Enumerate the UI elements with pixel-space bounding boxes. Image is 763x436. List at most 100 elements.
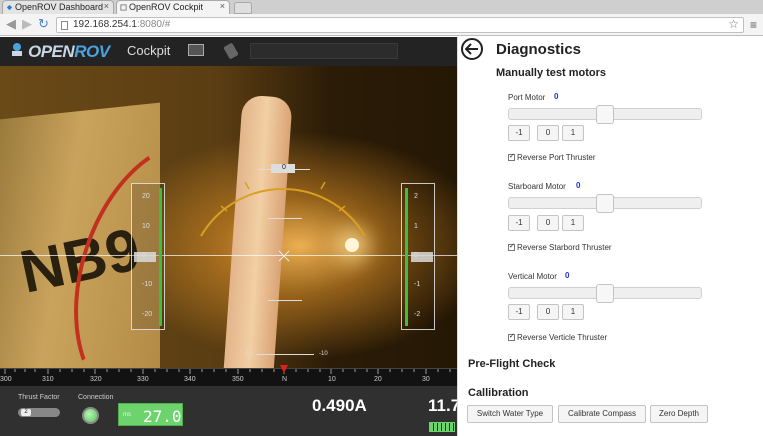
page-icon (61, 21, 68, 30)
reload-icon[interactable]: ↻ (38, 17, 49, 31)
back-arrow-icon (465, 43, 478, 55)
vertical-minus-button[interactable]: -1 (508, 304, 530, 320)
bookmark-star-icon[interactable]: ☆ (728, 17, 739, 31)
calibration-heading: Callibration (468, 387, 529, 399)
compass-label: 20 (374, 376, 382, 383)
depth-ladder: 20 10 0 -10 -20 (131, 183, 165, 330)
ladder-tick: -2 (414, 311, 421, 318)
port-motor-slider[interactable] (508, 105, 702, 124)
preflight-heading: Pre-Flight Check (468, 358, 556, 370)
compass-tape: 300 310 320 330 340 350 N 10 20 30 (0, 365, 457, 386)
status-message-box (250, 43, 398, 59)
ladder-tick: 10 (142, 223, 150, 230)
ladder-tick: -20 (142, 311, 153, 318)
ladder-tick: -10 (142, 281, 153, 288)
vertical-motor-slider[interactable] (508, 284, 702, 303)
checkbox-icon[interactable] (508, 332, 515, 341)
port-motor-value: 0 (554, 92, 559, 101)
back-button[interactable] (461, 38, 483, 60)
checkbox-icon[interactable] (508, 242, 515, 251)
vertical-zero-button[interactable]: 0 (537, 304, 559, 320)
compass-label: N (282, 376, 288, 383)
pitch-line (290, 169, 310, 170)
connection-indicator (82, 407, 99, 424)
browser-tab-bar: OpenROV Dashboard × OpenROV Cockpit × (0, 0, 763, 14)
keyboard-icon[interactable] (188, 44, 204, 56)
pitch-line (258, 169, 278, 170)
current-readout: 0.490A (312, 396, 367, 415)
cockpit-header: OPENROV Cockpit (0, 37, 457, 66)
vertical-plus-button[interactable]: 1 (562, 304, 584, 320)
horizon-line (0, 255, 457, 256)
reverse-starboard-checkbox[interactable]: Reverse Starbord Thruster (508, 242, 612, 252)
forward-nav-icon[interactable]: ▶ (22, 17, 32, 31)
tab-openrov-cockpit[interactable]: OpenROV Cockpit × (116, 0, 230, 14)
ladder-tick: 20 (142, 193, 150, 200)
browser-menu-icon[interactable]: ≡ (750, 18, 757, 32)
page-favicon-icon (120, 4, 127, 11)
zero-depth-button[interactable]: Zero Depth (650, 405, 708, 423)
diagnostics-panel: Diagnostics Manually test motors Port Mo… (457, 37, 763, 436)
compass-label: 310 (42, 376, 54, 383)
reverse-vertical-checkbox[interactable]: Reverse Verticle Thruster (508, 332, 607, 342)
pitch-ladder: 2 1 0 -1 -2 (401, 183, 435, 330)
compass-label: 30 (422, 376, 430, 383)
starboard-plus-button[interactable]: 1 (562, 215, 584, 231)
port-plus-button[interactable]: 1 (562, 125, 584, 141)
pitch-ladder-bar (405, 188, 408, 326)
starboard-motor-slider[interactable] (508, 194, 702, 213)
ladder-tick: -1 (414, 281, 421, 288)
pitch-line (268, 218, 302, 219)
vertical-motor-label: Vertical Motor (508, 272, 557, 281)
tab-openrov-dashboard[interactable]: OpenROV Dashboard × (2, 0, 114, 14)
starboard-minus-button[interactable]: -1 (508, 215, 530, 231)
calibrate-compass-button[interactable]: Calibrate Compass (558, 405, 646, 423)
url-input[interactable]: 192.168.254.1:8080/# ☆ (56, 17, 744, 33)
url-rest: :8080/# (136, 19, 171, 30)
back-nav-icon[interactable]: ◀ (6, 17, 16, 31)
port-minus-button[interactable]: -1 (508, 125, 530, 141)
battery-icon (429, 422, 455, 432)
close-tab-icon[interactable]: × (104, 1, 109, 11)
compass-label: 350 (232, 376, 244, 383)
starboard-zero-button[interactable]: 0 (537, 215, 559, 231)
logo-open-text: OPEN (28, 42, 75, 61)
depth-unit: ms (123, 412, 131, 418)
slider-thumb[interactable] (596, 284, 614, 303)
motors-subtitle: Manually test motors (496, 67, 607, 79)
checkbox-icon[interactable] (508, 152, 515, 161)
new-tab-button[interactable] (234, 2, 252, 14)
tab-label: OpenROV Cockpit (129, 2, 204, 12)
compass-label: 10 (328, 376, 336, 383)
slider-thumb[interactable] (596, 105, 614, 124)
thrust-factor-label: Thrust Factor (18, 394, 60, 401)
logo-rov-text: ROV (74, 42, 110, 61)
slider-thumb[interactable] (596, 194, 614, 213)
depth-ladder-bar (159, 188, 162, 326)
pitch-label: -10 (319, 351, 328, 357)
switch-water-type-button[interactable]: Switch Water Type (467, 405, 553, 423)
port-zero-button[interactable]: 0 (537, 125, 559, 141)
openrov-favicon-icon (6, 4, 13, 11)
thrust-factor-slider[interactable]: 2 (18, 408, 60, 417)
gamepad-icon[interactable] (224, 42, 238, 60)
close-tab-icon[interactable]: × (220, 1, 225, 11)
cockpit-view: OPENROV Cockpit NB9 20 10 0 -10 -20 2 1 … (0, 37, 457, 436)
connection-label: Connection (78, 394, 114, 401)
starboard-motor-value: 0 (576, 181, 581, 190)
openrov-logo-icon (12, 43, 22, 56)
pitch-label: -10 (244, 351, 253, 357)
telemetry-panel: Thrust Factor 2 Connection ms 27.0 0.490… (0, 386, 457, 436)
depth-display: ms 27.0 (118, 403, 183, 426)
compass-label: 300 (0, 376, 12, 383)
pitch-line (256, 354, 314, 355)
url-host: 192.168.254.1 (73, 19, 137, 30)
page-title: Diagnostics (496, 41, 582, 58)
heading-marker (280, 365, 288, 373)
compass-label: 340 (184, 376, 196, 383)
port-motor-label: Port Motor (508, 93, 546, 102)
ladder-tick: 0 (142, 252, 146, 259)
reverse-port-checkbox[interactable]: Reverse Port Thruster (508, 152, 596, 162)
cockpit-title: Cockpit (127, 43, 171, 58)
vertical-motor-value: 0 (565, 271, 570, 280)
